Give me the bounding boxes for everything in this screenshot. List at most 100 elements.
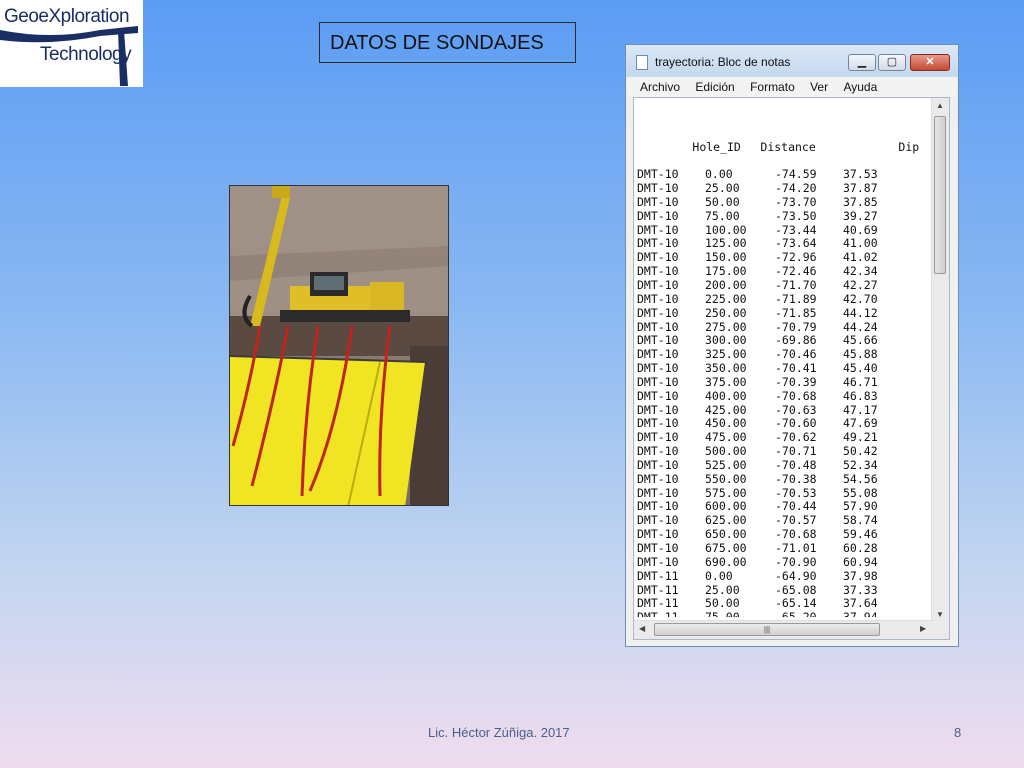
slide-title: DATOS DE SONDAJES: [319, 22, 576, 63]
table-cell: 25.00: [705, 582, 740, 597]
table-row: DMT-1175.00-65.2037.94: [637, 610, 937, 617]
table-cell: 75.00: [705, 610, 775, 617]
minimize-button[interactable]: ▁: [848, 54, 876, 71]
table-row: DMT-10 500.00 -70.71 50.42: [637, 444, 937, 459]
notepad-window[interactable]: trayectoria: Bloc de notas ▁ ▢ ✕ Archivo…: [625, 44, 959, 647]
notepad-text-area[interactable]: Hole_IDDistanceDipAz DMT-100.00-74.5937.…: [633, 97, 950, 640]
table-cell: 57.90: [843, 499, 878, 514]
company-logo: GeoeXploration Technology: [0, 0, 143, 87]
text-content[interactable]: Hole_IDDistanceDipAz DMT-100.00-74.5937.…: [637, 99, 937, 617]
table-cell: DMT-10: [637, 499, 679, 514]
table-cell: 100.00: [705, 222, 747, 237]
table-cell: -70.57: [775, 513, 817, 528]
table-cell: 400.00: [705, 388, 747, 403]
menu-ayuda[interactable]: Ayuda: [843, 77, 877, 97]
table-cell: -65.20: [775, 610, 843, 617]
table-cell: 150.00: [705, 250, 747, 265]
table-cell: -71.70: [775, 277, 817, 292]
table-row: DMT-10 125.00 -73.64 41.00: [637, 237, 937, 251]
table-row: DMT-10 175.00 -72.46 42.34: [637, 264, 937, 279]
notepad-title-bar[interactable]: trayectoria: Bloc de notas ▁ ▢ ✕: [626, 45, 958, 77]
table-row: DMT-11 25.00 -65.08 37.33: [637, 582, 937, 598]
menu-archivo[interactable]: Archivo: [640, 77, 680, 97]
table-cell: 54.56: [843, 471, 878, 486]
table-cell: -70.60: [775, 416, 817, 431]
scroll-right-arrow-icon[interactable]: ▶: [920, 624, 926, 633]
table-cell: 25.00: [705, 181, 740, 196]
table-cell: DMT-10: [637, 181, 679, 196]
table-cell: -70.39: [775, 374, 817, 389]
table-cell: DMT-10: [637, 402, 679, 417]
table-cell: -70.68: [775, 527, 817, 542]
menu-ver[interactable]: Ver: [810, 77, 828, 97]
table-cell: DMT-10: [637, 471, 679, 486]
table-row: DMT-10 150.00 -72.96 41.02: [637, 250, 937, 265]
header-row: Hole_IDDistanceDipAz: [637, 127, 937, 154]
maximize-button[interactable]: ▢: [878, 54, 906, 71]
table-cell: 60.94: [843, 554, 878, 569]
table-cell: 39.27: [843, 208, 878, 223]
table-cell: 45.40: [843, 361, 878, 376]
horizontal-scrollbar[interactable]: ◀ ||| ▶: [634, 620, 934, 639]
col-header-distance: Distance: [760, 139, 816, 154]
table-cell: DMT-10: [637, 554, 679, 569]
table-cell: DMT-10: [637, 430, 679, 445]
table-cell: 45.66: [843, 333, 878, 348]
close-button[interactable]: ✕: [910, 54, 950, 71]
table-cell: 42.70: [843, 291, 878, 306]
menu-edicion[interactable]: Edición: [695, 77, 734, 97]
table-cell: 350.00: [705, 361, 747, 376]
table-cell: DMT-10: [637, 167, 679, 182]
table-cell: DMT-10: [637, 208, 679, 223]
table-cell: DMT-10: [637, 527, 679, 542]
table-row: DMT-10 275.00 -70.79 44.24: [637, 319, 937, 335]
table-row: DMT-10 225.00 -71.89 42.70: [637, 291, 937, 307]
table-cell: -73.50: [775, 208, 817, 223]
table-row: DMT-10 625.00 -70.57 58.74: [637, 513, 937, 528]
scroll-up-arrow-icon[interactable]: ▲: [936, 101, 944, 110]
table-cell: 300.00: [705, 333, 747, 348]
table-row: DMT-10 100.00 -73.44 40.69: [637, 222, 937, 238]
table-cell: 59.46: [843, 527, 878, 542]
table-cell: 500.00: [705, 444, 747, 459]
table-cell: 58.74: [843, 513, 878, 528]
table-cell: DMT-10: [637, 374, 679, 389]
scroll-down-arrow-icon[interactable]: ▼: [936, 610, 944, 619]
table-row: DMT-11 50.00 -65.14 37.64: [637, 597, 937, 611]
table-cell: 690.00: [705, 554, 747, 569]
vertical-scroll-thumb[interactable]: [934, 116, 946, 274]
table-cell: DMT-10: [637, 194, 679, 209]
table-cell: -70.48: [775, 457, 817, 472]
horizontal-scroll-thumb[interactable]: |||: [654, 623, 880, 636]
table-cell: DMT-10: [637, 444, 679, 459]
table-cell: DMT-10: [637, 222, 679, 237]
table-cell: DMT-10: [637, 291, 679, 306]
table-cell: -70.79: [775, 319, 817, 334]
window-title: trayectoria: Bloc de notas: [655, 55, 791, 69]
table-cell: 44.24: [843, 319, 878, 334]
table-row: DMT-10 675.00 -71.01 60.28: [637, 541, 937, 556]
table-row: DMT-10 400.00 -70.68 46.83: [637, 388, 937, 404]
table-cell: DMT-10: [637, 236, 679, 251]
table-cell: 46.71: [843, 374, 878, 389]
table-cell: -70.46: [775, 347, 817, 362]
table-cell: 650.00: [705, 527, 747, 542]
table-row: DMT-10 575.00 -70.53 55.08: [637, 486, 937, 501]
table-cell: 37.85: [843, 194, 878, 209]
menu-formato[interactable]: Formato: [750, 77, 795, 97]
table-cell: 225.00: [705, 291, 747, 306]
drilling-rig-image: [229, 185, 449, 506]
table-row: DMT-10 525.00 -70.48 52.34: [637, 457, 937, 473]
table-cell: 125.00: [705, 236, 747, 251]
table-cell: -69.86: [775, 333, 817, 348]
table-cell: -70.41: [775, 361, 817, 376]
vertical-scrollbar[interactable]: ▲ ▼: [931, 98, 949, 622]
table-cell: 475.00: [705, 430, 747, 445]
scroll-left-arrow-icon[interactable]: ◀: [639, 624, 645, 633]
table-cell: 46.83: [843, 388, 878, 403]
table-cell: 41.00: [843, 236, 878, 251]
table-cell: 325.00: [705, 347, 747, 362]
table-cell: 47.17: [843, 402, 878, 417]
logo-line-1: GeoeXploration: [4, 6, 130, 27]
table-cell: DMT-11: [637, 568, 679, 583]
